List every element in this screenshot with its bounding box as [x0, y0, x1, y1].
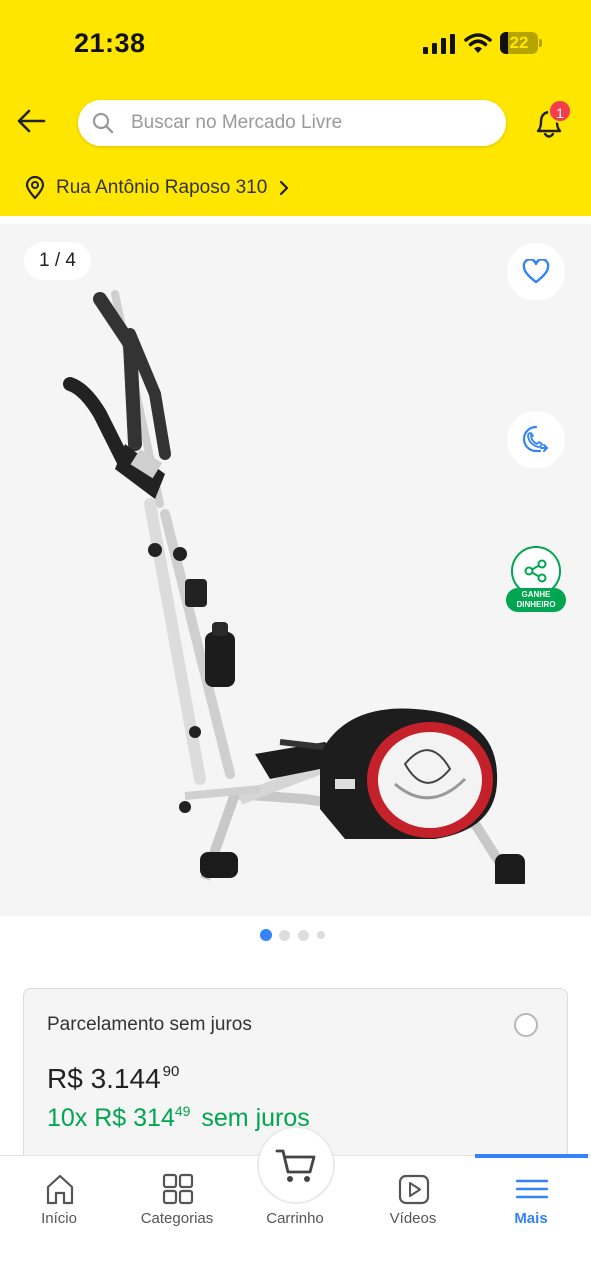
nav-item-mais[interactable]: Mais [472, 1156, 590, 1246]
battery-cap [539, 39, 542, 47]
share-label: GANHE DINHEIRO [506, 588, 566, 612]
battery-percent: 22 [509, 33, 529, 52]
search-input[interactable]: Buscar no Mercado Livre [78, 100, 506, 146]
header: 21:38 22 Buscar no Mercado Livre 1 Rua A… [0, 0, 591, 216]
pagination-dot[interactable] [279, 929, 290, 941]
wifi-icon [464, 33, 492, 53]
share-icon [524, 559, 547, 583]
nav-label-carrinho: Carrinho [266, 1210, 324, 1227]
cart-button[interactable] [257, 1126, 335, 1204]
share-earn-button[interactable]: GANHE DINHEIRO [506, 546, 568, 614]
pagination-dot[interactable] [260, 929, 272, 941]
whatsapp-share-button[interactable] [507, 411, 565, 469]
delivery-address[interactable]: Rua Antônio Raposo 310 [24, 175, 291, 201]
share-label-line2: DINHEIRO [516, 600, 556, 609]
battery-indicator: 22 [500, 32, 542, 54]
nav-item-categorias[interactable]: Categorias [118, 1156, 236, 1246]
pagination-dot[interactable] [317, 931, 325, 939]
menu-icon [516, 1179, 548, 1199]
back-button[interactable] [12, 102, 50, 140]
nav-label-videos: Vídeos [389, 1210, 437, 1227]
status-bar: 21:38 22 [0, 0, 591, 88]
heart-icon [522, 259, 550, 284]
home-icon [46, 1174, 74, 1205]
notification-badge: 1 [548, 99, 572, 123]
search-placeholder: Buscar no Mercado Livre [131, 112, 343, 133]
chevron-right-icon [280, 180, 289, 196]
image-counter: 1 / 4 [24, 242, 91, 280]
gallery-pagination[interactable] [0, 927, 591, 941]
installment-radio[interactable] [514, 1013, 538, 1037]
elliptical-trainer-image [63, 290, 525, 884]
status-time: 21:38 [74, 28, 146, 58]
price-main: R$ 3.144 [47, 1063, 161, 1094]
share-label-line1: GANHE [521, 590, 551, 599]
signal-icon [423, 34, 455, 54]
grid-icon [162, 1173, 194, 1205]
arrow-left-icon [17, 109, 46, 133]
installment-title: Parcelamento sem juros [47, 1014, 252, 1035]
play-icon [398, 1174, 430, 1205]
favorite-button[interactable] [507, 243, 565, 301]
price-cents: 90 [162, 1063, 180, 1080]
pagination-dot[interactable] [298, 929, 309, 941]
address-text: Rua Antônio Raposo 310 [56, 177, 268, 198]
installment-price: 10x R$ 31449 sem juros [47, 1103, 310, 1133]
nav-label-inicio: Início [41, 1210, 77, 1227]
whatsapp-icon [522, 425, 549, 453]
nav-item-videos[interactable]: Vídeos [354, 1156, 472, 1246]
nav-label-mais: Mais [514, 1210, 548, 1227]
product-gallery[interactable]: 1 / 4 GANHE DINHEIRO [0, 224, 591, 916]
location-pin-icon [25, 176, 45, 200]
installment-main: 10x R$ 314 [47, 1104, 175, 1132]
product-page: 21:38 22 Buscar no Mercado Livre 1 Rua A… [0, 0, 591, 1280]
nav-item-inicio[interactable]: Início [0, 1156, 118, 1246]
price: R$ 3.144 90 [47, 1063, 179, 1095]
search-icon [92, 112, 114, 134]
cart-icon [275, 1149, 316, 1182]
nav-label-categorias: Categorias [140, 1210, 214, 1227]
installment-cents: 49 [174, 1103, 191, 1119]
